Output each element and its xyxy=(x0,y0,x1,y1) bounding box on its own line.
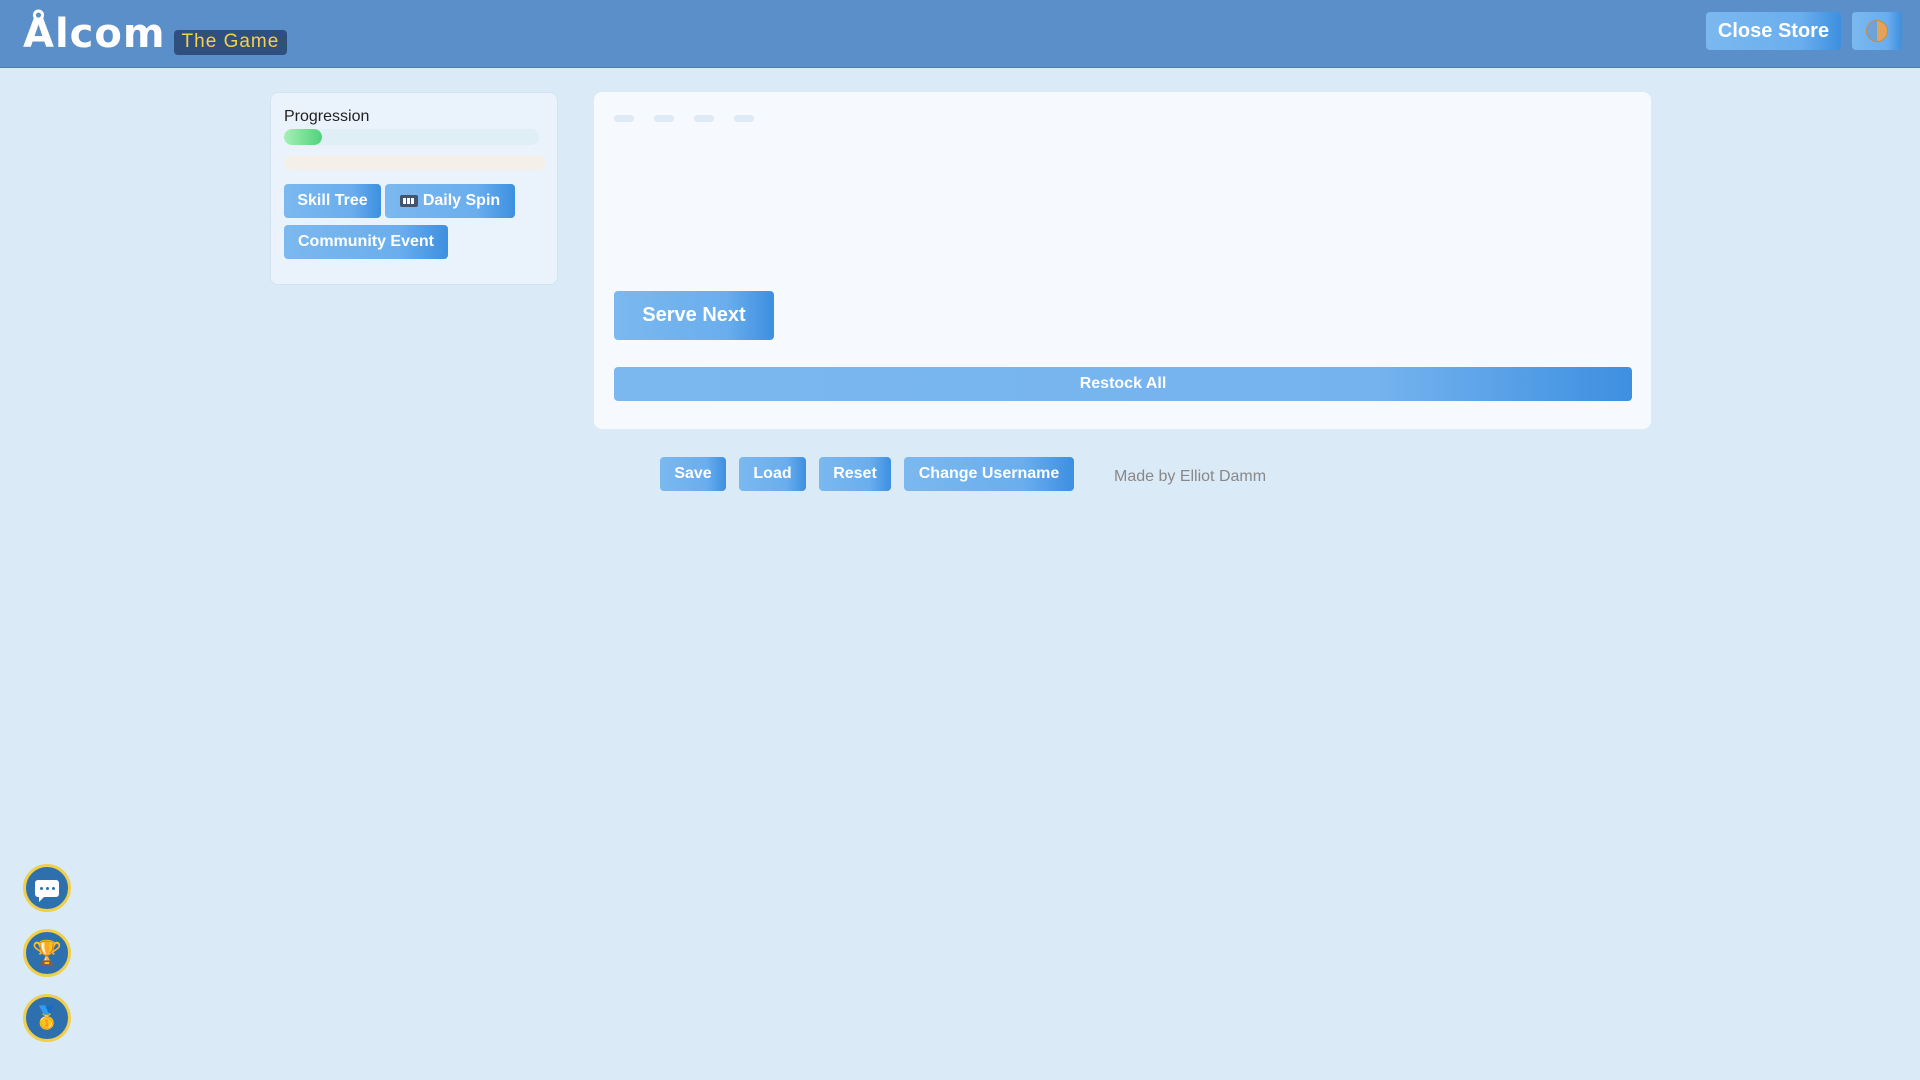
medal-icon: 🥇 xyxy=(33,1005,61,1031)
progression-panel: Progression Skill Tree Daily Spin Commun… xyxy=(270,92,558,285)
trophy-icon: 🏆 xyxy=(32,939,62,967)
trophy-button[interactable]: 🏆 xyxy=(23,929,71,977)
credit-text: Made by Elliot Damm xyxy=(1114,468,1267,485)
daily-spin-label: Daily Spin xyxy=(422,192,501,209)
store-panel: Serve Next Restock All xyxy=(594,92,1651,429)
medal-button[interactable]: 🥇 xyxy=(23,994,71,1042)
community-event-button[interactable]: Community Event xyxy=(284,225,448,259)
daily-spin-button[interactable]: Daily Spin xyxy=(385,184,515,218)
progression-label: Progression xyxy=(284,108,370,125)
close-store-button[interactable]: Close Store xyxy=(1706,12,1841,50)
top-header: Ålcom The Game Close Store xyxy=(0,0,1920,68)
restock-all-button[interactable]: Restock All xyxy=(614,367,1632,401)
skill-tree-button[interactable]: Skill Tree xyxy=(284,184,381,218)
save-button[interactable]: Save xyxy=(660,457,726,491)
tab-placeholder[interactable] xyxy=(734,115,754,122)
load-button[interactable]: Load xyxy=(739,457,806,491)
serve-next-button[interactable]: Serve Next xyxy=(614,291,774,340)
chat-button[interactable] xyxy=(23,864,71,912)
tab-placeholder[interactable] xyxy=(614,115,634,122)
app-title: Ålcom xyxy=(23,11,166,57)
secondary-progress-bar xyxy=(284,156,546,170)
theme-toggle-button[interactable] xyxy=(1852,12,1902,50)
slot-machine-icon xyxy=(399,195,418,207)
progression-bar-fill xyxy=(284,129,323,145)
app-tagline: The Game xyxy=(173,30,288,55)
reset-button[interactable]: Reset xyxy=(819,457,891,491)
chat-icon xyxy=(35,879,59,902)
change-username-button[interactable]: Change Username xyxy=(904,457,1074,491)
theme-toggle-icon xyxy=(1866,20,1888,42)
tab-placeholder[interactable] xyxy=(654,115,674,122)
brand: Ålcom The Game xyxy=(23,10,288,58)
tab-placeholder[interactable] xyxy=(694,115,714,122)
progression-bar xyxy=(284,129,539,145)
